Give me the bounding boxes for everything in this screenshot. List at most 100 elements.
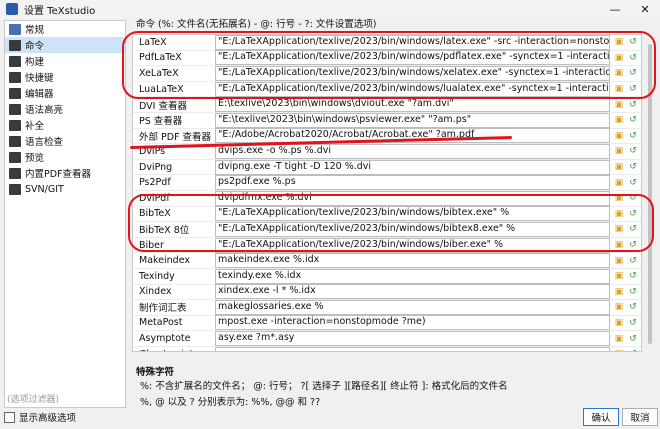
reset-icon[interactable]: ↺ (627, 177, 639, 189)
category-icon (9, 55, 21, 67)
reset-icon[interactable]: ↺ (627, 145, 639, 157)
command-input[interactable]: xindex.exe -l * %.idx (215, 284, 610, 300)
reset-icon[interactable]: ↺ (627, 270, 639, 282)
reset-icon[interactable]: ↺ (627, 317, 639, 329)
folder-icon[interactable]: ▣ (613, 333, 625, 345)
command-row: Asymptote asy.exe ?m*.asy ▣ ↺ (133, 331, 641, 347)
sidebar-item[interactable]: 内置PDF查看器 (5, 165, 125, 181)
sidebar-item[interactable]: 快捷键 (5, 69, 125, 85)
command-input[interactable]: mpost.exe -interaction=nonstopmode ?me) (215, 315, 610, 331)
reset-icon[interactable]: ↺ (627, 286, 639, 298)
reset-icon[interactable]: ↺ (627, 301, 639, 313)
folder-icon[interactable]: ▣ (613, 317, 625, 329)
sidebar-item[interactable]: 命令 (5, 37, 125, 53)
command-input[interactable]: dvipng.exe -T tight -D 120 %.dvi (215, 159, 610, 175)
app-icon (6, 3, 18, 15)
reset-icon[interactable]: ↺ (627, 348, 639, 351)
command-label: Ps2Pdf (139, 177, 171, 189)
title-bar: 设置 TeXstudio — ✕ (0, 0, 660, 18)
command-input[interactable]: ps2pdf.exe %.ps (215, 175, 610, 191)
command-row: 制作词汇表 makeglossaries.exe % ▣ ↺ (133, 299, 641, 316)
command-input[interactable]: dvips.exe -o %.ps %.dvi (215, 143, 610, 159)
command-input[interactable]: texindy.exe %.idx (215, 268, 610, 284)
ok-button[interactable]: 确认 (583, 408, 619, 426)
annotation-latex-group (122, 31, 656, 99)
command-label: 制作词汇表 (139, 303, 187, 315)
command-label: DviPng (139, 161, 173, 173)
reset-icon[interactable]: ↺ (627, 333, 639, 345)
sidebar-item-label: 快捷键 (25, 73, 54, 84)
reset-icon[interactable]: ↺ (627, 114, 639, 126)
command-label: DVI 查看器 (139, 100, 187, 112)
sidebar-item[interactable]: 构建 (5, 53, 125, 69)
category-icon (9, 167, 21, 179)
command-label: 外部 PDF 查看器 (139, 131, 212, 143)
commands-header: 命令 (%: 文件名(无拓展名) - @: 行号 - ?: 文件设置选项) (136, 19, 377, 30)
command-label: Texindy (139, 270, 175, 282)
folder-icon[interactable]: ▣ (613, 301, 625, 313)
folder-icon[interactable]: ▣ (613, 130, 625, 142)
command-row: Xindex xindex.exe -l * %.idx ▣ ↺ (133, 284, 641, 301)
category-icon (9, 119, 21, 131)
command-row: Ghostscript ▣↺ (133, 346, 641, 351)
special-chars-line1: %: 不含扩展名的文件名； @: 行号； ?[ 选择子 ][路径名][ 终止符 … (140, 381, 508, 392)
category-icon (9, 103, 21, 115)
folder-icon[interactable]: ▣ (613, 286, 625, 298)
sidebar-item[interactable]: 补全 (5, 117, 125, 133)
command-input[interactable]: "E:\texlive\2023\bin\windows\psviewer.ex… (215, 112, 610, 128)
sidebar-item-label: 构建 (25, 57, 45, 68)
advanced-checkbox[interactable] (4, 411, 15, 423)
advanced-label: 显示高级选项 (19, 413, 77, 424)
reset-icon[interactable]: ↺ (627, 130, 639, 142)
command-label: Makeindex (139, 255, 191, 267)
folder-icon[interactable]: ▣ (613, 145, 625, 157)
reset-icon[interactable]: ↺ (627, 99, 639, 111)
command-input[interactable]: makeglossaries.exe % (215, 299, 610, 315)
close-button[interactable]: ✕ (630, 0, 660, 18)
folder-icon[interactable]: ▣ (613, 114, 625, 126)
category-icon (9, 39, 21, 51)
command-label: Ghostscript (133, 349, 215, 351)
sidebar-item-label: 常规 (25, 25, 45, 36)
show-advanced-option[interactable]: 显示高级选项 (4, 410, 76, 424)
category-icon (9, 135, 21, 147)
command-input[interactable]: E:\texlive\2023\bin\windows\dviout.exe "… (215, 97, 610, 113)
settings-sidebar: 常规 命令构建快捷键编辑器语法高亮 补全语言检查预览内置PDF查看器 SVN/GIT (4, 20, 126, 408)
reset-icon[interactable]: ↺ (627, 161, 639, 173)
special-chars-line2: %, @ 以及 ? 分别表示为: %%, @@ 和 ?? (140, 397, 321, 408)
folder-icon[interactable]: ▣ (613, 177, 625, 189)
command-input[interactable]: asy.exe ?m*.asy (215, 331, 610, 347)
sidebar-item[interactable]: 语法高亮 (5, 101, 125, 117)
reset-icon[interactable]: ↺ (627, 255, 639, 267)
command-row: MetaPost mpost.exe -interaction=nonstopmo… (133, 315, 641, 332)
command-input[interactable]: makeindex.exe %.idx (215, 253, 610, 269)
sidebar-item[interactable]: 常规 (5, 21, 125, 37)
folder-icon[interactable]: ▣ (613, 99, 625, 111)
sidebar-item-label: 预览 (25, 153, 45, 164)
sidebar-item[interactable]: SVN/GIT (5, 181, 125, 197)
sidebar-item-label: 编辑器 (25, 89, 54, 100)
sidebar-item-label: 语法高亮 (25, 105, 64, 116)
command-label: Xindex (139, 286, 172, 298)
category-icon (9, 151, 21, 163)
folder-icon[interactable]: ▣ (613, 255, 625, 267)
minimize-button[interactable]: — (600, 0, 630, 18)
folder-icon[interactable]: ▣ (613, 270, 625, 282)
command-row: PS 查看器 "E:\texlive\2023\bin\windows\psvie… (133, 112, 641, 129)
command-input[interactable] (215, 346, 610, 351)
category-icon (9, 87, 21, 99)
option-filter-input[interactable]: (选项过滤器) (4, 392, 126, 406)
cancel-button[interactable]: 取消 (622, 408, 658, 426)
category-icon (9, 183, 21, 195)
sidebar-item[interactable]: 编辑器 (5, 85, 125, 101)
window-title: 设置 TeXstudio (24, 5, 96, 17)
command-row: Makeindex makeindex.exe %.idx ▣ ↺ (133, 253, 641, 269)
special-chars-title: 特殊字符 (136, 367, 175, 378)
folder-icon[interactable]: ▣ (613, 161, 625, 173)
sidebar-item[interactable]: 预览 (5, 149, 125, 165)
sidebar-item-label: 内置PDF查看器 (25, 169, 92, 180)
sidebar-item-label: 语言检查 (25, 137, 64, 148)
folder-icon[interactable]: ▣ (613, 348, 625, 351)
sidebar-item[interactable]: 语言检查 (5, 133, 125, 149)
command-row: DviPng dvipng.exe -T tight -D 120 %.dvi ▣ ↺ (133, 159, 641, 176)
